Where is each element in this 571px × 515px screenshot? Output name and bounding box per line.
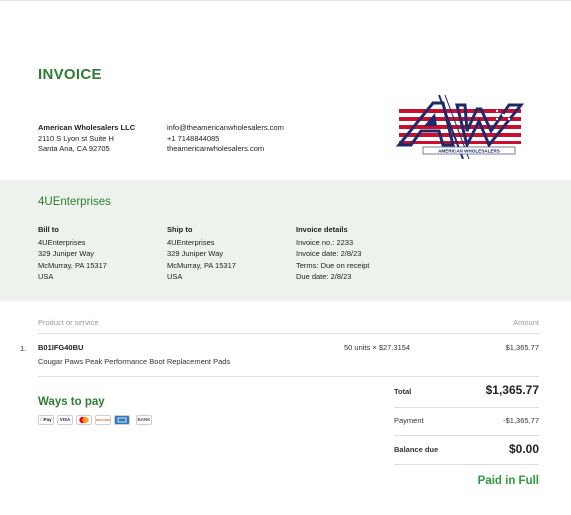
bill-to-country: USA (38, 272, 54, 281)
seller-address-line1: 2110 S Lyon st Suite H (38, 133, 114, 143)
line-item-sku: B01IFG40BU (38, 343, 84, 352)
line-item-number: 1. (20, 344, 27, 353)
table-bottom-divider (38, 376, 539, 377)
total-value: $1,365.77 (485, 383, 539, 397)
invoice-terms: Terms: Due on receipt (296, 260, 370, 270)
ship-to-street: 329 Juniper Way (167, 249, 224, 258)
seller-email: info@theamericanwholesalers.com (167, 123, 284, 132)
invoice-number: Invoice no.: 2233 (296, 237, 354, 247)
mastercard-icon (76, 415, 92, 425)
ship-to-name: 4UEnterprises (167, 237, 215, 247)
company-logo: AMERICAN WHOLESALERS (395, 95, 525, 159)
table-header-divider (38, 333, 539, 334)
paid-status: Paid in Full (477, 475, 539, 487)
line-item-description: Cougar Paws Peak Performance Boot Replac… (38, 357, 231, 366)
total-label: Total (394, 387, 412, 396)
summary-divider-3 (394, 464, 539, 465)
invoice-details-block: Invoice details Invoice no.: 2233 Invoic… (296, 224, 369, 283)
ship-to-city: McMurray, PA 15317 (167, 260, 236, 270)
bill-to-name: 4UEnterprises (38, 237, 86, 247)
invoice-title: INVOICE (38, 66, 102, 83)
bill-to-block: Bill to 4UEnterprises 329 Juniper Way Mc… (38, 224, 107, 283)
ship-to-heading: Ship to (167, 225, 193, 234)
column-header-product: Product or service (38, 318, 99, 327)
visa-icon: VISA (57, 415, 73, 425)
seller-address-line2: Santa Ana, CA 92705 (38, 144, 110, 153)
payment-value: -$1,365.77 (503, 416, 539, 425)
seller-website: theamericanwholesalers.com (167, 144, 265, 153)
apple-pay-icon: Pay (38, 415, 54, 425)
invoice-due-date: Due date: 2/8/23 (296, 272, 352, 281)
summary-divider-2 (394, 435, 539, 436)
line-item-amount: $1,365.77 (505, 343, 539, 352)
balance-due-label: Balance due (394, 445, 439, 454)
svg-text:AMERICAN WHOLESALERS: AMERICAN WHOLESALERS (438, 149, 500, 154)
client-name: 4UEnterprises (38, 196, 111, 208)
bill-to-heading: Bill to (38, 225, 59, 234)
column-header-amount: Amount (513, 318, 539, 327)
summary-divider-1 (394, 407, 539, 408)
amex-icon (114, 415, 130, 425)
bank-transfer-icon: BANK (136, 415, 152, 425)
top-divider (0, 0, 571, 1)
payment-label: Payment (394, 416, 424, 425)
ways-to-pay-heading: Ways to pay (38, 396, 105, 408)
discover-icon: DISCOVER (95, 415, 111, 425)
seller-phone: +1 7148844085 (167, 133, 220, 143)
invoice-date: Invoice date: 2/8/23 (296, 249, 362, 258)
seller-block: American Wholesalers LLC 2110 S Lyon st … (38, 123, 135, 155)
balance-due-value: $0.00 (508, 442, 539, 456)
ship-to-country: USA (167, 272, 183, 281)
invoice-details-heading: Invoice details (296, 225, 348, 234)
line-item-quantity-rate: 50 units × $27.3154 (344, 343, 411, 352)
bill-to-city: McMurray, PA 15317 (38, 260, 107, 270)
bill-to-street: 329 Juniper Way (38, 249, 95, 258)
ship-to-block: Ship to 4UEnterprises 329 Juniper Way Mc… (167, 224, 236, 283)
seller-contact: info@theamericanwholesalers.com +1 71488… (167, 123, 284, 155)
payment-methods: Pay VISA DISCOVER BANK (38, 415, 152, 425)
seller-name: American Wholesalers LLC (38, 123, 136, 132)
